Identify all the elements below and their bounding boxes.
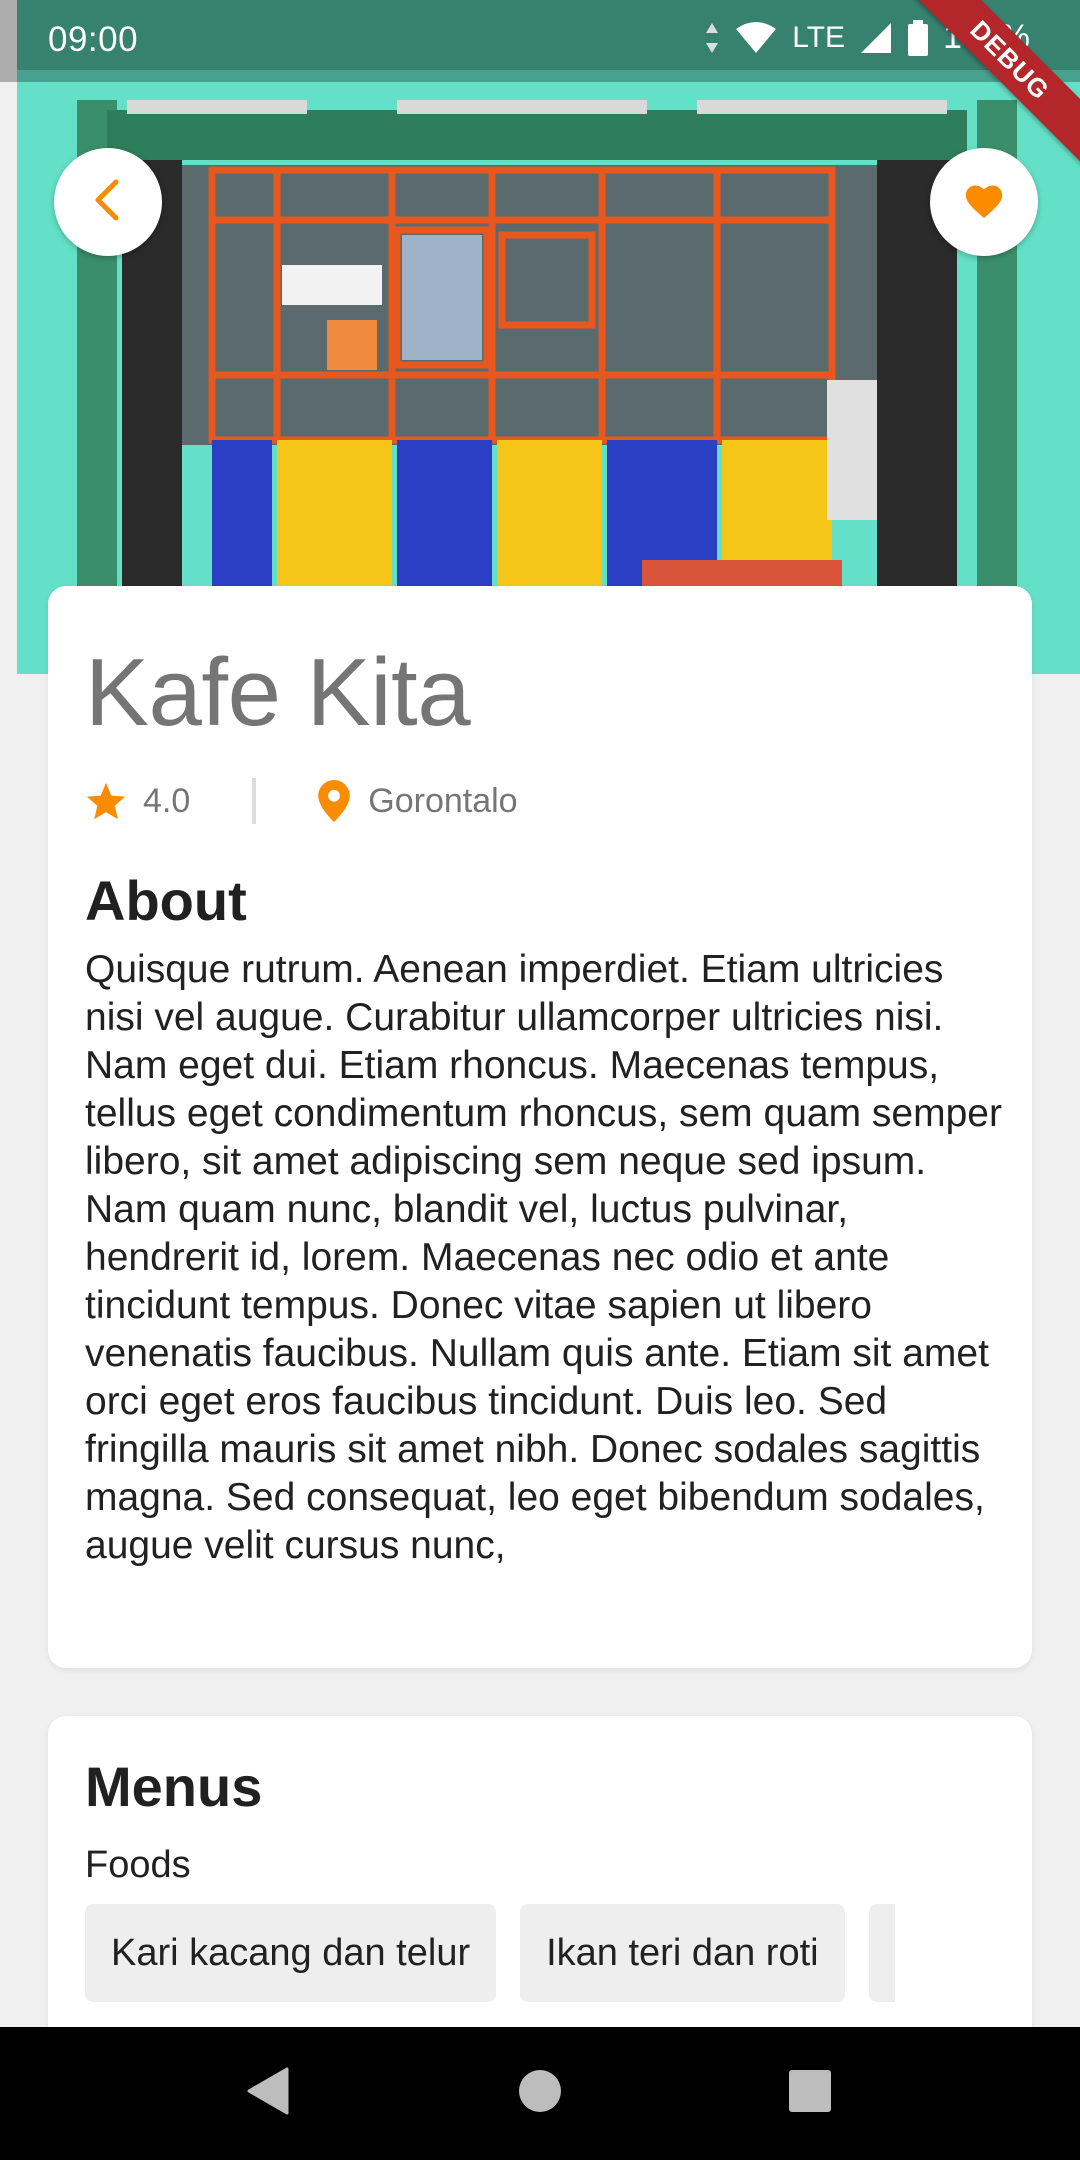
food-chip[interactable]: roket <box>868 1904 895 2002</box>
foods-list[interactable]: Kari kacang dan telur Ikan teri dan roti… <box>85 1904 895 2002</box>
menus-heading: Menus <box>85 1755 263 1818</box>
about-text: Quisque rutrum. Aenean imperdiet. Etiam … <box>85 948 1002 1567</box>
wifi-icon <box>734 21 778 55</box>
restaurant-hero-image <box>17 0 1080 674</box>
nav-recents-icon <box>787 2068 833 2119</box>
nav-home-icon <box>517 2068 563 2119</box>
food-chip[interactable]: Kari kacang dan telur <box>85 1904 497 2002</box>
about-heading: About <box>85 869 247 932</box>
data-arrows-icon <box>704 21 720 55</box>
battery-icon <box>907 19 929 56</box>
foods-label: Foods <box>85 1844 191 1886</box>
nav-back-icon <box>245 2066 291 2121</box>
nav-home-button[interactable] <box>510 2063 570 2123</box>
restaurant-info-card: Kafe Kita 4.0 Gorontalo About Quisque ru… <box>48 586 1032 1668</box>
cellular-signal-icon <box>859 21 893 55</box>
nav-recents-button[interactable] <box>780 2063 840 2123</box>
restaurant-meta: 4.0 Gorontalo <box>85 776 518 826</box>
food-chip[interactable]: Ikan teri dan roti <box>520 1904 845 2002</box>
favorite-button[interactable] <box>930 148 1038 256</box>
lte-label: LTE <box>792 20 846 54</box>
status-time: 09:00 <box>48 20 139 59</box>
meta-divider <box>252 778 257 824</box>
nav-back-button[interactable] <box>238 2063 298 2123</box>
heart-icon <box>962 180 1006 225</box>
location-pin-icon <box>318 780 351 822</box>
chevron-left-icon <box>88 178 128 227</box>
rating-value: 4.0 <box>143 781 191 820</box>
status-bar: 09:00 LTE 100% <box>0 0 1080 82</box>
back-button[interactable] <box>54 148 162 256</box>
restaurant-city: Gorontalo <box>368 781 518 820</box>
navigation-bar <box>0 2027 1080 2160</box>
restaurant-name: Kafe Kita <box>85 639 471 746</box>
star-icon <box>85 781 127 821</box>
